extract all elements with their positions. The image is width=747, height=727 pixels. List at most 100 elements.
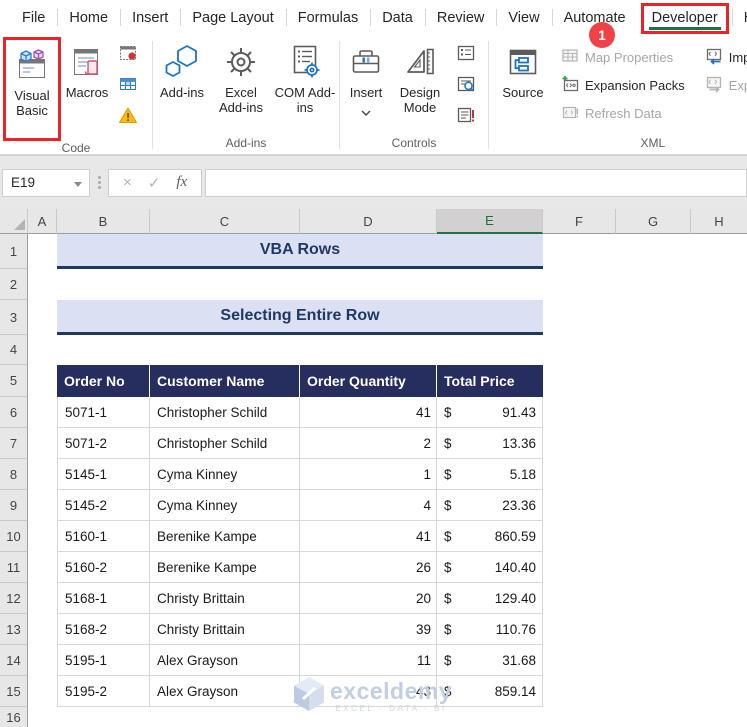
- tab-view[interactable]: View: [496, 0, 551, 36]
- tab-file[interactable]: File: [10, 0, 57, 36]
- tab-data[interactable]: Data: [370, 0, 425, 36]
- row-header-14[interactable]: 14: [0, 645, 28, 676]
- order-quantity-cell[interactable]: 11: [300, 645, 437, 676]
- order-quantity-cell[interactable]: 26: [300, 552, 437, 583]
- row-header-15[interactable]: 15: [0, 676, 28, 707]
- row-header-9[interactable]: 9: [0, 490, 28, 521]
- order-quantity-cell[interactable]: 20: [300, 583, 437, 614]
- expansion-packs-button[interactable]: Expansion Packs: [561, 75, 685, 95]
- row-header-13[interactable]: 13: [0, 614, 28, 645]
- customer-name-cell[interactable]: Berenike Kampe: [150, 521, 300, 552]
- order-quantity-cell[interactable]: 1: [300, 459, 437, 490]
- row-header-7[interactable]: 7: [0, 428, 28, 459]
- order-quantity-cell[interactable]: 41: [300, 397, 437, 428]
- sheet-title-vba-rows[interactable]: VBA Rows: [57, 234, 543, 269]
- order-no-cell[interactable]: 5168-1: [57, 583, 150, 614]
- total-price-cell[interactable]: $5.18: [437, 459, 543, 490]
- total-price-cell[interactable]: $859.14: [437, 676, 543, 707]
- header-order-no[interactable]: Order No: [57, 365, 150, 397]
- order-no-cell[interactable]: 5160-1: [57, 521, 150, 552]
- order-no-cell[interactable]: 5071-2: [57, 428, 150, 459]
- row-header-1[interactable]: 1: [0, 234, 28, 269]
- customer-name-cell[interactable]: Alex Grayson: [150, 645, 300, 676]
- record-macro-button[interactable]: [115, 42, 141, 68]
- row-header-5[interactable]: 5: [0, 365, 28, 397]
- total-price-cell[interactable]: $129.40: [437, 583, 543, 614]
- total-price-cell[interactable]: $31.68: [437, 645, 543, 676]
- use-relative-references-button[interactable]: [115, 73, 141, 99]
- sheet-title-selecting-entire-row[interactable]: Selecting Entire Row: [57, 300, 543, 335]
- tab-formulas[interactable]: Formulas: [285, 0, 370, 36]
- order-quantity-cell[interactable]: 2: [300, 428, 437, 459]
- row-header-3[interactable]: 3: [0, 300, 28, 335]
- order-no-cell[interactable]: 5145-1: [57, 459, 150, 490]
- row-header-8[interactable]: 8: [0, 459, 28, 490]
- header-customer-name[interactable]: Customer Name: [150, 365, 300, 397]
- customer-name-cell[interactable]: Cyma Kinney: [150, 459, 300, 490]
- column-header-c[interactable]: C: [150, 209, 300, 234]
- tab-home[interactable]: Home: [57, 0, 120, 36]
- select-all-button[interactable]: [0, 209, 28, 234]
- total-price-cell[interactable]: $110.76: [437, 614, 543, 645]
- header-order-quantity[interactable]: Order Quantity: [300, 365, 437, 397]
- total-price-cell[interactable]: $13.36: [437, 428, 543, 459]
- excel-addins-button[interactable]: Excel Add-ins: [210, 37, 272, 135]
- order-no-cell[interactable]: 5071-1: [57, 397, 150, 428]
- total-price-cell[interactable]: $860.59: [437, 521, 543, 552]
- tab-insert[interactable]: Insert: [120, 0, 180, 36]
- row-header-11[interactable]: 11: [0, 552, 28, 583]
- xml-source-button[interactable]: Source: [495, 37, 551, 135]
- total-price-cell[interactable]: $23.36: [437, 490, 543, 521]
- tab-page-layout[interactable]: Page Layout: [180, 0, 285, 36]
- header-total-price[interactable]: Total Price: [437, 365, 543, 397]
- total-price-cell[interactable]: $140.40: [437, 552, 543, 583]
- order-quantity-cell[interactable]: 4: [300, 490, 437, 521]
- tab-help[interactable]: Help: [731, 0, 747, 36]
- order-no-cell[interactable]: 5195-1: [57, 645, 150, 676]
- tab-developer[interactable]: Developer: [640, 2, 729, 34]
- customer-name-cell[interactable]: Christopher Schild: [150, 428, 300, 459]
- row-header-2[interactable]: 2: [0, 269, 28, 300]
- macros-button[interactable]: Macros: [62, 37, 112, 135]
- customer-name-cell[interactable]: Christopher Schild: [150, 397, 300, 428]
- column-header-f[interactable]: F: [543, 209, 616, 234]
- order-no-cell[interactable]: 5160-2: [57, 552, 150, 583]
- order-quantity-cell[interactable]: 39: [300, 614, 437, 645]
- row-header-6[interactable]: 6: [0, 397, 28, 428]
- visual-basic-button[interactable]: Visual Basic: [6, 40, 58, 138]
- order-no-cell[interactable]: 5145-2: [57, 490, 150, 521]
- insert-control-button[interactable]: Insert: [342, 37, 390, 135]
- insert-function-icon[interactable]: fx: [176, 174, 187, 191]
- order-no-cell[interactable]: 5195-2: [57, 676, 150, 707]
- formula-input[interactable]: [205, 168, 747, 197]
- column-header-h[interactable]: H: [691, 209, 747, 234]
- macro-security-button[interactable]: [115, 104, 141, 130]
- run-dialog-button[interactable]: [453, 104, 479, 130]
- name-box[interactable]: E19: [2, 168, 90, 197]
- column-header-d[interactable]: D: [300, 209, 437, 234]
- addins-button[interactable]: Add-ins: [156, 37, 208, 135]
- total-price-cell[interactable]: $91.43: [437, 397, 543, 428]
- order-quantity-cell[interactable]: 41: [300, 521, 437, 552]
- row-header-4[interactable]: 4: [0, 335, 28, 365]
- com-addins-button[interactable]: COM Add-ins: [274, 37, 336, 135]
- order-no-cell[interactable]: 5168-2: [57, 614, 150, 645]
- design-mode-button[interactable]: Design Mode: [392, 37, 448, 135]
- column-header-a[interactable]: A: [28, 209, 57, 234]
- column-header-e-selected[interactable]: E: [437, 209, 543, 234]
- name-box-dropdown-icon[interactable]: [74, 181, 82, 187]
- customer-name-cell[interactable]: Berenike Kampe: [150, 552, 300, 583]
- row-header-16[interactable]: 16: [0, 707, 28, 727]
- customer-name-cell[interactable]: Christy Brittain: [150, 583, 300, 614]
- row-header-10[interactable]: 10: [0, 521, 28, 552]
- customer-name-cell[interactable]: Christy Brittain: [150, 614, 300, 645]
- column-header-b[interactable]: B: [57, 209, 150, 234]
- customer-name-cell[interactable]: Alex Grayson: [150, 676, 300, 707]
- import-button[interactable]: Import: [705, 47, 747, 67]
- view-code-button[interactable]: [453, 73, 479, 99]
- column-header-g[interactable]: G: [616, 209, 691, 234]
- row-header-12[interactable]: 12: [0, 583, 28, 614]
- tab-review[interactable]: Review: [424, 0, 497, 36]
- customer-name-cell[interactable]: Cyma Kinney: [150, 490, 300, 521]
- control-properties-button[interactable]: [453, 42, 479, 68]
